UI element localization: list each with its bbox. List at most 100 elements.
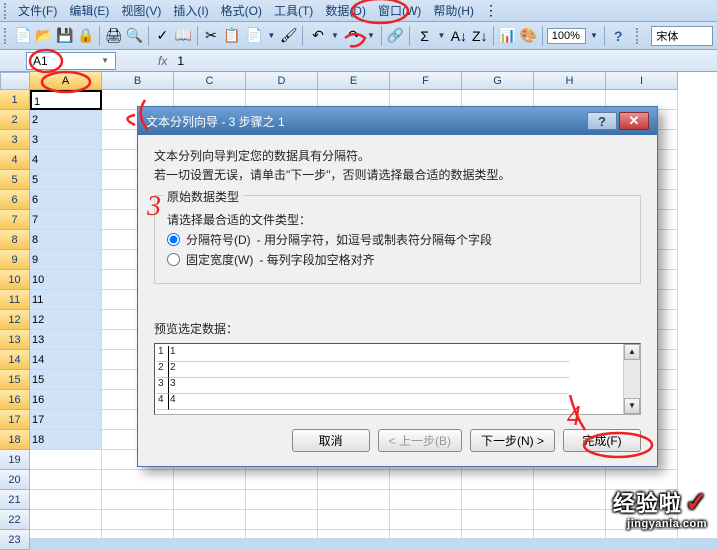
row-header-2[interactable]: 2 xyxy=(0,110,30,130)
scroll-down-icon[interactable]: ▼ xyxy=(624,398,640,414)
cut-icon[interactable]: ✂ xyxy=(202,25,221,47)
save-icon[interactable]: 💾 xyxy=(56,25,75,47)
row-header-18[interactable]: 18 xyxy=(0,430,30,450)
column-header-H[interactable]: H xyxy=(534,72,606,90)
cell-A1[interactable]: 1 xyxy=(30,90,102,110)
preview-scrollbar[interactable]: ▲ ▼ xyxy=(623,344,640,414)
cell-B20[interactable] xyxy=(102,470,174,490)
paste-dropdown[interactable]: 📄 ▼ xyxy=(243,25,277,47)
cell-A20[interactable] xyxy=(30,470,102,490)
row-header-23[interactable]: 23 xyxy=(0,530,30,550)
cell-E23[interactable] xyxy=(318,530,390,550)
cell-D21[interactable] xyxy=(246,490,318,510)
zoom-box[interactable]: 100% xyxy=(547,28,586,44)
menu-window[interactable]: 窗口(W) xyxy=(372,0,427,21)
row-header-14[interactable]: 14 xyxy=(0,350,30,370)
row-header-1[interactable]: 1 xyxy=(0,90,30,110)
menu-edit[interactable]: 编辑(E) xyxy=(63,0,115,21)
row-header-15[interactable]: 15 xyxy=(0,370,30,390)
drawing-icon[interactable]: 🎨 xyxy=(519,25,538,47)
cell-A23[interactable] xyxy=(30,530,102,550)
row-header-4[interactable]: 4 xyxy=(0,150,30,170)
cell-H20[interactable] xyxy=(534,470,606,490)
sum-dropdown[interactable]: Σ ▼ xyxy=(414,25,448,47)
cell-A21[interactable] xyxy=(30,490,102,510)
cell-A19[interactable] xyxy=(30,450,102,470)
row-header-8[interactable]: 8 xyxy=(0,230,30,250)
cell-C23[interactable] xyxy=(174,530,246,550)
cell-A3[interactable]: 3 xyxy=(30,130,102,150)
cell-G20[interactable] xyxy=(462,470,534,490)
cell-F20[interactable] xyxy=(390,470,462,490)
sort-asc-icon[interactable]: A↓ xyxy=(449,25,468,47)
menu-overflow[interactable]: ⋮ xyxy=(480,0,502,22)
menu-view[interactable]: 视图(V) xyxy=(115,0,167,21)
menu-format[interactable]: 格式(O) xyxy=(215,0,268,21)
cell-F23[interactable] xyxy=(390,530,462,550)
cell-B21[interactable] xyxy=(102,490,174,510)
cell-A15[interactable]: 15 xyxy=(30,370,102,390)
row-header-5[interactable]: 5 xyxy=(0,170,30,190)
row-header-9[interactable]: 9 xyxy=(0,250,30,270)
print-icon[interactable]: 🖨 xyxy=(104,25,123,47)
redo-dropdown[interactable]: ↷ ▼ xyxy=(343,25,377,47)
cell-F21[interactable] xyxy=(390,490,462,510)
cell-H22[interactable] xyxy=(534,510,606,530)
cell-G23[interactable] xyxy=(462,530,534,550)
font-box[interactable]: 宋体 xyxy=(651,26,713,46)
cell-A8[interactable]: 8 xyxy=(30,230,102,250)
menu-insert[interactable]: 插入(I) xyxy=(167,0,214,21)
scroll-up-icon[interactable]: ▲ xyxy=(624,344,640,360)
cell-A4[interactable]: 4 xyxy=(30,150,102,170)
cell-C21[interactable] xyxy=(174,490,246,510)
redo-icon[interactable]: ↷ xyxy=(343,25,365,47)
cell-A7[interactable]: 7 xyxy=(30,210,102,230)
cell-A9[interactable]: 9 xyxy=(30,250,102,270)
menu-handle[interactable] xyxy=(4,3,8,19)
cell-A14[interactable]: 14 xyxy=(30,350,102,370)
research-icon[interactable]: 📖 xyxy=(174,25,193,47)
cell-E20[interactable] xyxy=(318,470,390,490)
menu-help[interactable]: 帮助(H) xyxy=(427,0,480,21)
cell-A5[interactable]: 5 xyxy=(30,170,102,190)
cell-A18[interactable]: 18 xyxy=(30,430,102,450)
next-button[interactable]: 下一步(N) > xyxy=(470,429,555,452)
column-header-B[interactable]: B xyxy=(102,72,174,90)
menu-file[interactable]: 文件(F) xyxy=(12,0,63,21)
paste-icon[interactable]: 📄 xyxy=(243,25,265,47)
column-header-C[interactable]: C xyxy=(174,72,246,90)
cancel-button[interactable]: 取消 xyxy=(292,429,370,452)
radio-fixed[interactable] xyxy=(167,253,180,266)
cell-H23[interactable] xyxy=(534,530,606,550)
row-header-7[interactable]: 7 xyxy=(0,210,30,230)
zoom-arrow[interactable]: ▼ xyxy=(588,31,600,40)
sum-icon[interactable]: Σ xyxy=(414,25,436,47)
row-header-20[interactable]: 20 xyxy=(0,470,30,490)
cell-F22[interactable] xyxy=(390,510,462,530)
cell-A13[interactable]: 13 xyxy=(30,330,102,350)
toolbar-handle[interactable] xyxy=(4,28,8,44)
toolbar-handle-2[interactable] xyxy=(636,28,640,44)
dialog-help-button[interactable]: ? xyxy=(587,112,617,130)
cell-C20[interactable] xyxy=(174,470,246,490)
cell-C22[interactable] xyxy=(174,510,246,530)
open-icon[interactable]: 📂 xyxy=(35,25,54,47)
column-header-F[interactable]: F xyxy=(390,72,462,90)
cell-H21[interactable] xyxy=(534,490,606,510)
row-header-16[interactable]: 16 xyxy=(0,390,30,410)
undo-dropdown[interactable]: ↶ ▼ xyxy=(307,25,341,47)
column-header-A[interactable]: A xyxy=(30,72,102,90)
cell-I23[interactable] xyxy=(606,530,678,550)
cell-B23[interactable] xyxy=(102,530,174,550)
formula-value[interactable]: 1 xyxy=(177,54,184,68)
column-header-G[interactable]: G xyxy=(462,72,534,90)
new-icon[interactable]: 📄 xyxy=(14,25,33,47)
spell-icon[interactable]: ✓ xyxy=(153,25,172,47)
row-header-22[interactable]: 22 xyxy=(0,510,30,530)
menu-tools[interactable]: 工具(T) xyxy=(268,0,319,21)
copy-icon[interactable]: 📋 xyxy=(222,25,241,47)
column-header-I[interactable]: I xyxy=(606,72,678,90)
cell-D23[interactable] xyxy=(246,530,318,550)
row-header-10[interactable]: 10 xyxy=(0,270,30,290)
cell-A16[interactable]: 16 xyxy=(30,390,102,410)
